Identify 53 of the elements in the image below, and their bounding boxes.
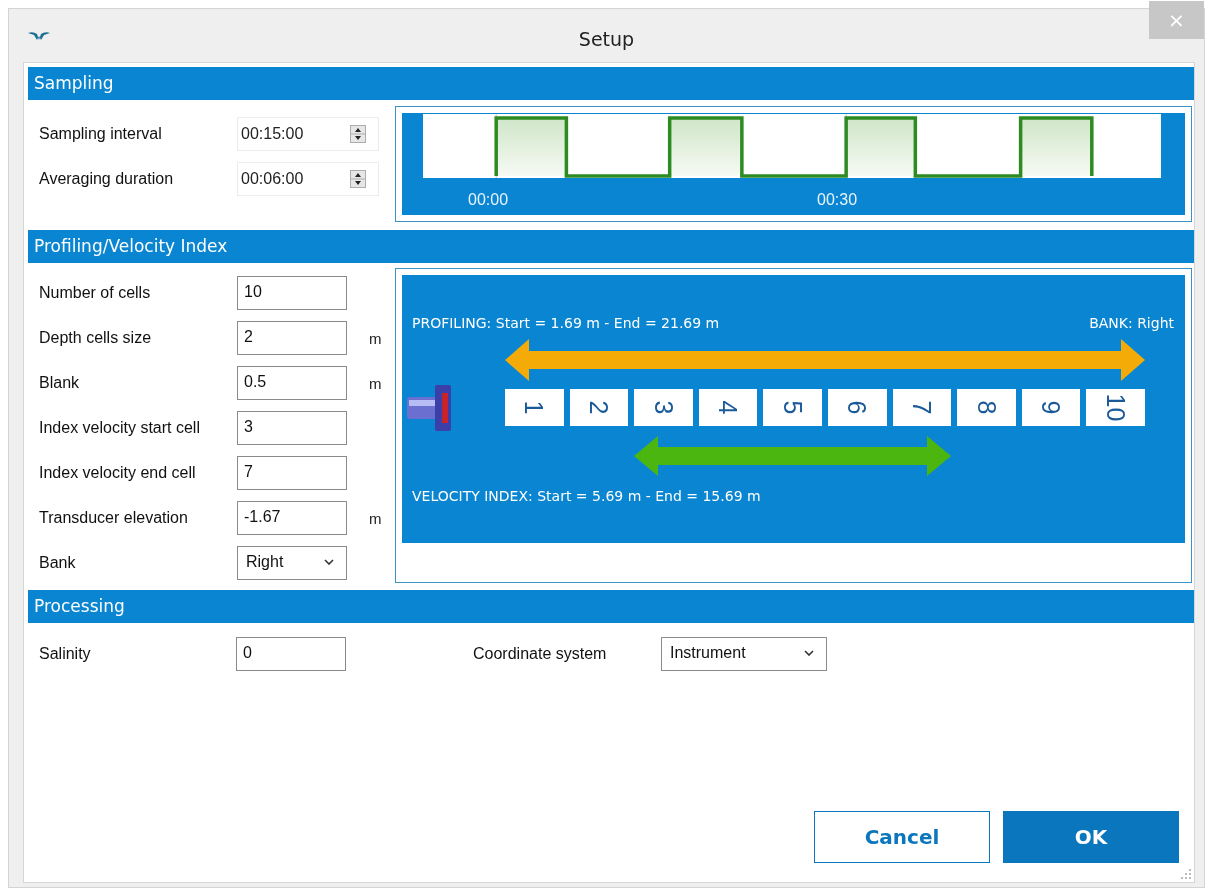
dropdown[interactable]: Right bbox=[237, 546, 347, 580]
window-title: Setup bbox=[578, 27, 635, 50]
app-logo-icon bbox=[28, 31, 50, 41]
field-label: Averaging duration bbox=[39, 170, 175, 188]
input-field[interactable]: 2 bbox=[237, 321, 347, 355]
depth-cell: 7 bbox=[892, 389, 952, 426]
depth-cell: 5 bbox=[763, 389, 822, 426]
input-field[interactable]: 10 bbox=[237, 276, 347, 310]
axis-tick-label: 00:00 bbox=[468, 191, 510, 209]
input-field[interactable]: 0.5 bbox=[237, 366, 347, 400]
depth-cell: 9 bbox=[1021, 389, 1081, 426]
input-field[interactable]: 3 bbox=[237, 411, 347, 445]
field-label: Sampling interval bbox=[39, 125, 163, 143]
axis-tick-label: 00:30 bbox=[817, 191, 858, 209]
depth-cell: 1 bbox=[505, 389, 564, 426]
spin-field[interactable]: 00:06:00 bbox=[237, 162, 379, 196]
depth-cell: 8 bbox=[957, 389, 1016, 426]
field-label: Number of cells bbox=[39, 284, 152, 302]
field-label: Transducer elevation bbox=[39, 509, 189, 527]
section-header: Profiling/Velocity Index bbox=[28, 230, 1194, 263]
field-label: Index velocity end cell bbox=[39, 464, 197, 482]
spinner-icon[interactable] bbox=[350, 125, 366, 143]
field-label: Depth cells size bbox=[39, 329, 153, 347]
unit-label: m bbox=[369, 329, 382, 347]
ok-button[interactable]: OK bbox=[1003, 811, 1179, 863]
unit-label: m bbox=[369, 374, 382, 392]
cancel-button[interactable]: Cancel bbox=[814, 811, 990, 863]
field-label: Coordinate system bbox=[473, 645, 608, 663]
unit-label: m bbox=[369, 509, 382, 527]
depth-cell: 4 bbox=[698, 389, 758, 426]
depth-cell: 6 bbox=[828, 389, 887, 426]
transducer-icon bbox=[407, 384, 453, 431]
field-label: Bank bbox=[39, 554, 77, 572]
input-field[interactable]: -1.67 bbox=[237, 501, 347, 535]
chevron-down-icon bbox=[804, 650, 814, 656]
field-label: Salinity bbox=[39, 645, 92, 663]
input-field[interactable]: 7 bbox=[237, 456, 347, 490]
field-label: Index velocity start cell bbox=[39, 419, 201, 437]
spin-field[interactable]: 00:15:00 bbox=[237, 117, 379, 151]
field-label: Blank bbox=[39, 374, 81, 392]
chevron-down-icon bbox=[324, 559, 334, 565]
dropdown[interactable]: Instrument bbox=[661, 637, 827, 671]
input-field[interactable]: 0 bbox=[236, 637, 346, 671]
velocity-range-text: VELOCITY INDEX: Start = 5.69 m - End = 15.69 m bbox=[411, 488, 762, 504]
resize-grip-icon[interactable] bbox=[1181, 869, 1191, 879]
depth-cell: 10 bbox=[1086, 389, 1145, 426]
section-header: Processing bbox=[28, 590, 1194, 623]
depth-cell: 2 bbox=[569, 389, 629, 426]
section-header: Sampling bbox=[28, 67, 1194, 100]
profiling-range-text: PROFILING: Start = 1.69 m - End = 21.69 m bbox=[412, 315, 720, 331]
spinner-icon[interactable] bbox=[350, 170, 366, 188]
depth-cell: 3 bbox=[634, 389, 693, 426]
bank-text: BANK: Right bbox=[1089, 315, 1174, 331]
